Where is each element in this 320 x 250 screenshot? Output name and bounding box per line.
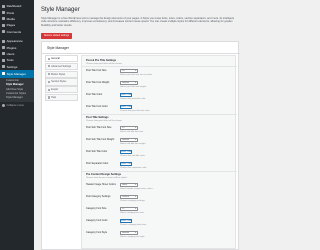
post-title-font-color-button[interactable]: Select Color — [120, 104, 132, 109]
collapse-menu-button[interactable]: Collapse menu — [0, 103, 34, 109]
tab-advanced-settings[interactable]: Advanced Settings — [45, 62, 78, 70]
users-icon — [2, 52, 5, 56]
menu-label: Tools — [6, 58, 14, 63]
post-category-settings-select[interactable]: Default — [120, 194, 138, 199]
tools-icon — [2, 58, 5, 62]
post-sub-title-font-size-select[interactable]: 14 — [120, 125, 138, 130]
menu-label: Appearance — [6, 39, 23, 44]
tab-label: Section Styles — [51, 80, 67, 84]
post-sub-title-font-weight-select[interactable]: Normal — [120, 137, 138, 142]
style-manager-submenu: Customizer Style Manager Add New Style C… — [0, 77, 34, 102]
section-description: Choose how post titles will be shown. — [86, 62, 123, 65]
restore-defaults-button[interactable]: Restore default settings — [41, 33, 72, 39]
section-description: Choose how post titles will be shown. — [86, 119, 123, 122]
collapse-label: Collapse menu — [6, 104, 24, 108]
post-separator-color-button[interactable]: Select Color — [120, 161, 132, 166]
tab-icon — [47, 57, 50, 60]
collapse-icon — [2, 104, 5, 108]
field-description: Choose the separator color. — [120, 166, 147, 169]
tab-button-styles[interactable]: Button Styles — [45, 70, 78, 78]
tab-label: Export — [51, 88, 59, 92]
appearance-icon — [2, 39, 5, 43]
field-description: Select sub title font weight. — [120, 142, 147, 145]
tab-icon — [47, 96, 50, 99]
field-description: Select post title font weight. — [120, 85, 147, 88]
menu-label: Media — [6, 16, 15, 21]
post-sub-title-color-button[interactable]: Select Color — [120, 149, 132, 154]
page-title: Style Manager — [41, 7, 80, 13]
dashboard-icon — [2, 4, 5, 8]
posts-icon — [2, 11, 5, 15]
media-icon — [2, 17, 5, 21]
field-label: Post Title Font Weight — [86, 81, 110, 84]
admin-sidebar: Dashboard Posts Media Pages Comments App… — [0, 0, 34, 250]
header-image-hover-colors-select[interactable]: None — [120, 182, 138, 187]
tab-label: Advanced Settings — [51, 64, 72, 68]
section-description: Choose how the pre content will be style… — [86, 176, 127, 179]
field-description: Select category font style. — [120, 235, 146, 238]
comments-icon — [2, 30, 5, 34]
field-description: Choose category settings. — [120, 199, 146, 202]
field-label: Post Title Font Size — [86, 69, 107, 72]
menu-label: Plugins — [6, 45, 17, 50]
page-description: Style Manager is a free Wordpress tool t… — [41, 17, 234, 27]
category-font-size-select[interactable]: 12 — [120, 206, 138, 211]
menu-label: Settings — [6, 64, 18, 69]
pages-icon — [2, 23, 5, 27]
tab-icon — [47, 73, 50, 76]
field-label: Category Font Size — [86, 207, 107, 210]
settings-panel: Style Manager General Advanced Settings … — [41, 41, 240, 250]
tab-help[interactable]: Help — [45, 93, 78, 102]
field-label: Post Sub Title Font Size — [86, 126, 112, 129]
field-label: Post Sub Title Font Weight — [86, 138, 115, 141]
tab-general[interactable]: General — [45, 55, 78, 63]
field-description: Select sub title font size. — [120, 130, 144, 133]
category-font-color-button[interactable]: Select Color — [120, 218, 132, 223]
menu-label: Comments — [6, 29, 22, 34]
menu-label: Posts — [6, 10, 15, 15]
menu-label: Users — [6, 51, 15, 56]
style-manager-icon — [2, 72, 5, 76]
field-label: Category Font Color — [86, 219, 108, 222]
plugins-icon — [2, 46, 5, 50]
post-title-color-button[interactable]: Select Color — [120, 92, 132, 97]
tab-section-styles[interactable]: Section Styles — [45, 78, 78, 86]
main-content: Style Manager Style Manager is a free Wo… — [34, 0, 250, 250]
field-label: Post Separator Color — [86, 162, 109, 165]
post-title-font-size-select[interactable]: 16 — [120, 68, 138, 73]
tab-label: Button Styles — [51, 72, 66, 76]
tab-label: Help — [51, 96, 57, 99]
field-label: Post Title Color — [86, 93, 103, 96]
tab-label: General — [51, 57, 60, 61]
tab-icon — [47, 65, 50, 68]
field-description: Choose the post title color. — [120, 97, 146, 100]
field-label: Post Category Settings — [86, 195, 111, 198]
field-label: Post Title Font Color — [86, 105, 108, 108]
tab-export[interactable]: Export — [45, 86, 78, 94]
field-label: Category Font Style — [86, 231, 108, 234]
field-description: Select header image hover colors. — [120, 187, 154, 190]
field-description: Select category font size. — [120, 211, 145, 214]
tab-icon — [47, 80, 50, 84]
submenu-item-style-manager-2[interactable]: Style Manager — [0, 96, 34, 100]
menu-item-style-manager[interactable]: Style Manager — [0, 69, 34, 78]
category-font-style-select[interactable]: Normal — [120, 230, 138, 235]
post-title-font-weight-select[interactable]: Normal — [120, 80, 138, 85]
settings-form: Post & Pre Title Settings Choose how pos… — [81, 55, 237, 249]
menu-label: Pages — [6, 23, 16, 28]
field-label: Header Image Hover Colors — [86, 183, 116, 186]
field-description: Choose the sub title color. — [120, 154, 146, 157]
tab-icon — [47, 88, 50, 91]
field-description: Select post title font size in pixels. — [120, 73, 153, 76]
menu-label: Dashboard — [6, 4, 22, 9]
field-description: Choose the post title font color. — [120, 109, 151, 112]
field-description: Choose category font color. — [120, 223, 147, 226]
settings-tabs: General Advanced Settings Button Styles … — [45, 55, 78, 102]
field-label: Post Sub Title Color — [86, 150, 108, 153]
menu-label: Style Manager — [6, 71, 26, 76]
panel-title: Style Manager — [47, 46, 69, 50]
settings-icon — [2, 65, 5, 69]
